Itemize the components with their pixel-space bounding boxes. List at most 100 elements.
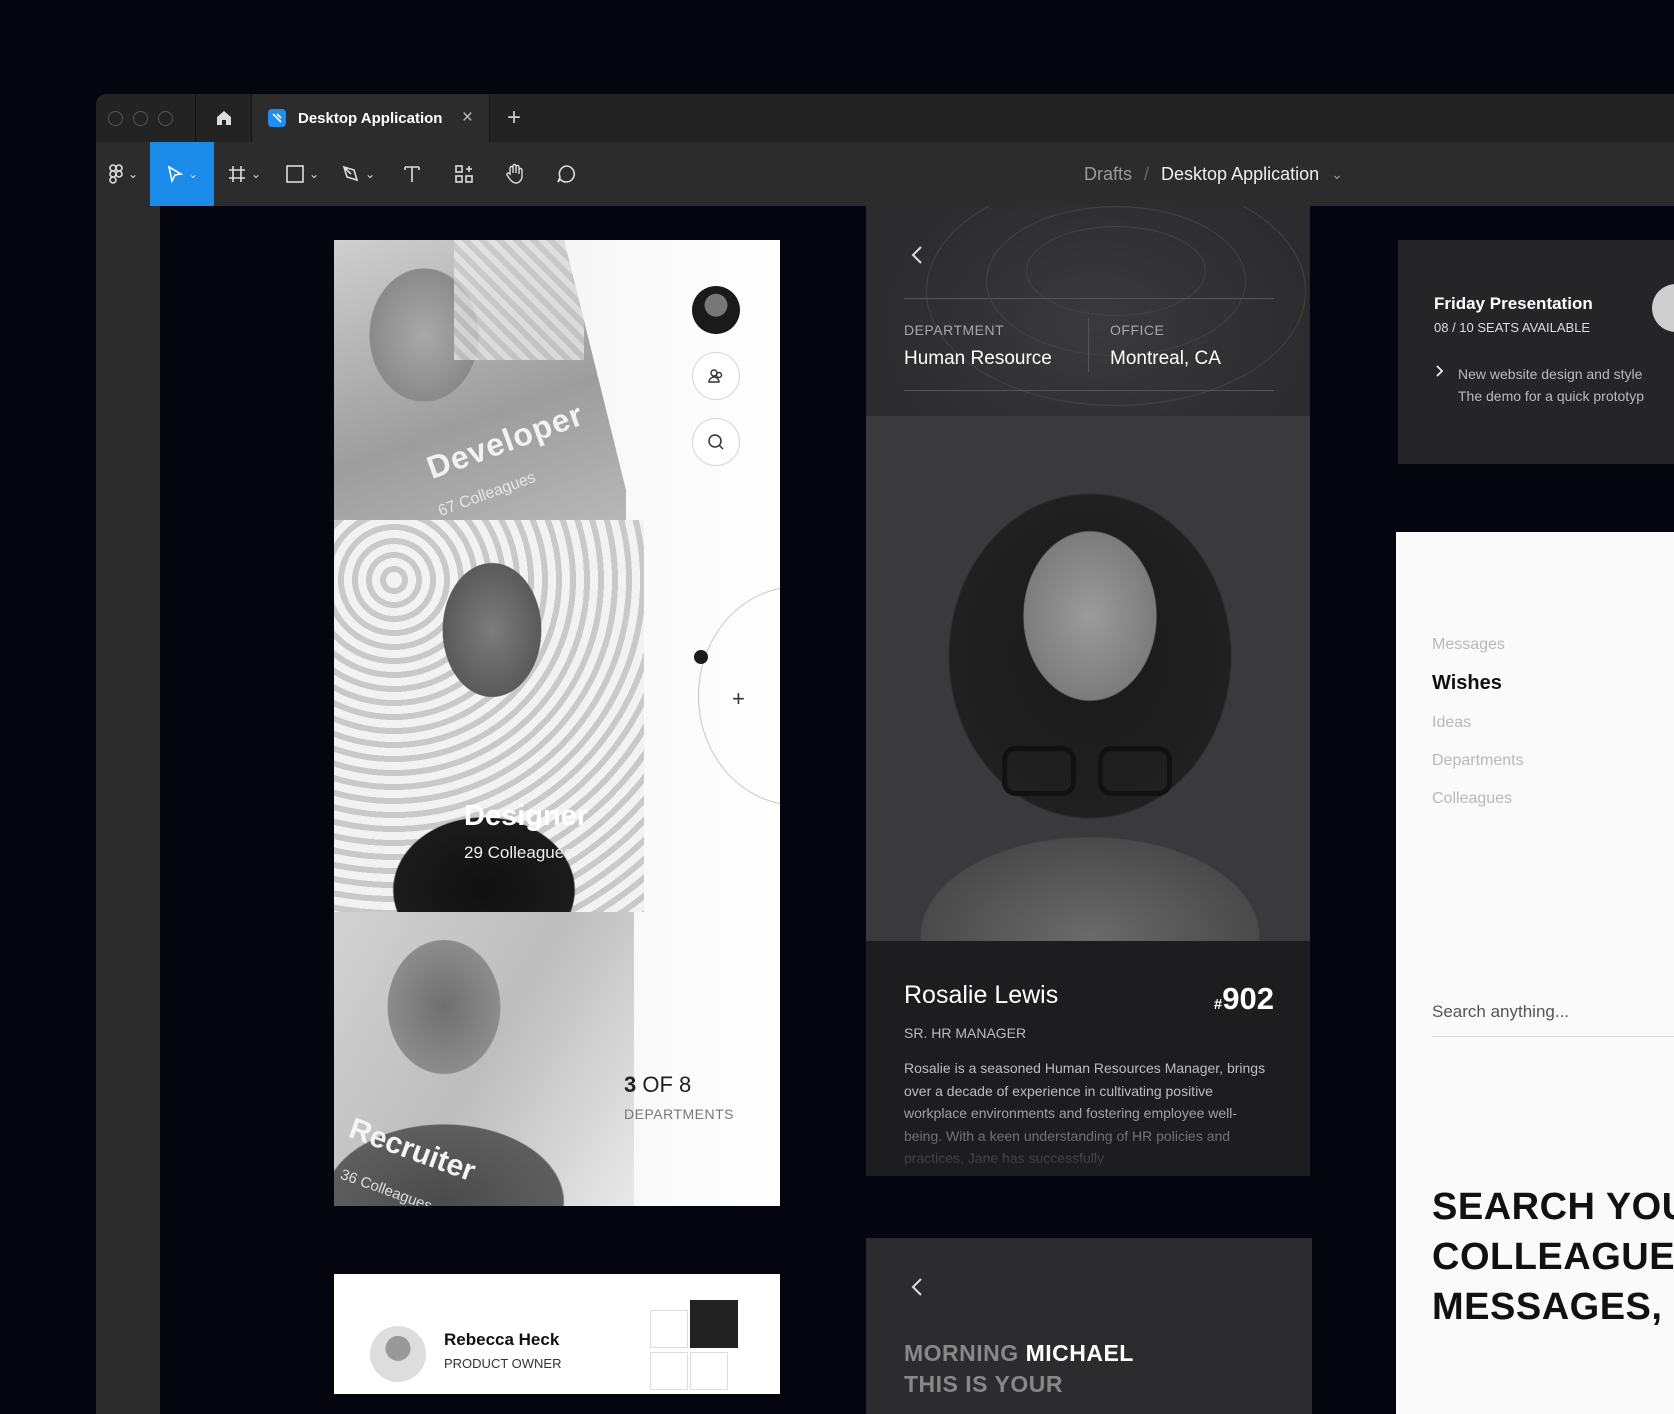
designer-card[interactable]: Designer 29 Colleagues: [334, 520, 644, 912]
tab-label: Desktop Application: [298, 109, 443, 127]
move-tool-button[interactable]: ⌄: [150, 142, 214, 206]
breadcrumb-separator: /: [1144, 163, 1150, 184]
components-icon: [455, 165, 473, 183]
nav-item-ideas[interactable]: Ideas: [1432, 714, 1471, 732]
avatar: [1652, 284, 1674, 332]
back-arrow-icon[interactable]: [910, 1276, 924, 1298]
breadcrumb-drafts[interactable]: Drafts: [1084, 164, 1132, 185]
headline-line: SEARCH YOU: [1432, 1186, 1674, 1228]
pen-tool-button[interactable]: ⌄: [330, 142, 386, 206]
file-icon: [268, 109, 286, 127]
search-icon: [708, 434, 724, 450]
portrait-detail: [1002, 746, 1172, 796]
event-agenda-line: The demo for a quick prototyp: [1458, 388, 1644, 404]
colleagues-button[interactable]: [692, 352, 740, 400]
grid-cell[interactable]: [650, 1352, 688, 1390]
divider: [904, 298, 1274, 299]
developer-card[interactable]: Developer 67 Colleagues: [334, 240, 626, 520]
search-input[interactable]: Search anything...: [1432, 1002, 1569, 1022]
close-window-button[interactable]: [108, 110, 123, 126]
chevron-down-icon: ⌄: [187, 167, 199, 181]
breadcrumb: Drafts / Desktop Application ⌄: [1084, 142, 1343, 206]
profile-role: SR. HR MANAGER: [904, 1025, 1027, 1041]
search-frame[interactable]: Messages Wishes Ideas Departments Collea…: [1396, 532, 1674, 1414]
topography-decoration: [926, 206, 1306, 406]
text-tool-button[interactable]: [386, 142, 438, 206]
departments-frame[interactable]: Developer 67 Colleagues Designer 29 Coll…: [334, 240, 780, 1206]
department-label: DEPARTMENT: [904, 322, 1005, 338]
department-value: Human Resource: [904, 348, 1052, 369]
app-window: Desktop Application × + ⌄ ⌄ ⌄ ⌄ ⌄ Drafts…: [96, 94, 1674, 1414]
breadcrumb-file-name[interactable]: Desktop Application: [1161, 164, 1319, 185]
counter-current: 3: [624, 1072, 637, 1097]
headline-line: COLLEAGUES: [1432, 1236, 1674, 1278]
divider: [1088, 318, 1089, 372]
back-arrow-icon[interactable]: [910, 244, 924, 266]
fade-overlay: [866, 1101, 1310, 1176]
card-title: Designer: [464, 800, 589, 832]
greeting-name: MICHAEL: [1025, 1340, 1134, 1366]
tab-desktop-application[interactable]: Desktop Application ×: [252, 94, 490, 142]
counter-label: DEPARTMENTS: [624, 1106, 734, 1122]
greeting-frame[interactable]: MORNING MICHAEL THIS IS YOUR: [866, 1238, 1312, 1414]
avatar[interactable]: [692, 286, 740, 334]
avatar: [370, 1326, 426, 1382]
users-icon: [708, 369, 723, 383]
grid-cell[interactable]: [650, 1310, 688, 1348]
card-subtitle: 29 Colleagues: [464, 843, 573, 862]
components-button[interactable]: [438, 142, 490, 206]
add-icon[interactable]: +: [732, 686, 745, 712]
search-button[interactable]: [692, 418, 740, 466]
frame-tool-button[interactable]: ⌄: [214, 142, 274, 206]
profile-photo: [1626, 692, 1674, 972]
nav-item-messages[interactable]: Messages: [1432, 636, 1505, 654]
greeting-line-2: THIS IS YOUR: [904, 1371, 1063, 1397]
member-frame[interactable]: Rebecca Heck PRODUCT OWNER: [334, 1274, 780, 1394]
card-subtitle: 36 Colleagues: [338, 1166, 435, 1206]
close-tab-icon[interactable]: ×: [462, 107, 473, 129]
home-icon: [216, 111, 231, 125]
comment-icon: [557, 165, 575, 183]
headline-line: MESSAGES,: [1432, 1286, 1663, 1328]
event-title: Friday Presentation: [1434, 294, 1593, 313]
pattern-decoration: [454, 240, 584, 360]
home-button[interactable]: [196, 94, 252, 142]
office-value: Montreal, CA: [1110, 348, 1221, 369]
nav-item-wishes[interactable]: Wishes: [1432, 672, 1502, 695]
shape-tool-button[interactable]: ⌄: [274, 142, 330, 206]
chevron-down-icon[interactable]: ⌄: [1331, 166, 1343, 183]
left-panel: [96, 206, 160, 1414]
search-headline: SEARCH YOU COLLEAGUES MESSAGES,: [1432, 1182, 1674, 1332]
hand-tool-button[interactable]: [490, 142, 540, 206]
carousel-indicator[interactable]: [694, 650, 708, 664]
grid-cell-selected[interactable]: [690, 1300, 738, 1348]
new-tab-button[interactable]: +: [490, 104, 538, 132]
chevron-down-icon: ⌄: [127, 167, 139, 181]
divider: [904, 390, 1274, 391]
search-underline: [1432, 1036, 1674, 1037]
design-canvas[interactable]: Developer 67 Colleagues Designer 29 Coll…: [160, 206, 1674, 1414]
frame-tool-icon: [228, 166, 245, 182]
recruiter-card[interactable]: Recruiter 36 Colleagues: [334, 912, 634, 1206]
counter-total: OF 8: [636, 1072, 692, 1097]
chevron-right-icon[interactable]: [1434, 364, 1444, 378]
title-bar: Desktop Application × +: [96, 94, 1674, 142]
profile-photo: [866, 416, 1310, 941]
minimize-window-button[interactable]: [133, 110, 148, 126]
member-name: Rebecca Heck: [444, 1330, 560, 1349]
profile-frame[interactable]: DEPARTMENT Human Resource OFFICE Montrea…: [866, 206, 1310, 1176]
move-tool-icon: [167, 165, 184, 183]
pen-tool-icon: [342, 165, 359, 182]
event-frame[interactable]: Friday Presentation 08 / 10 SEATS AVAILA…: [1398, 240, 1674, 464]
nav-item-colleagues[interactable]: Colleagues: [1432, 790, 1512, 808]
grid-cell[interactable]: [690, 1352, 728, 1390]
maximize-window-button[interactable]: [158, 110, 173, 126]
member-role: PRODUCT OWNER: [444, 1356, 562, 1371]
text-tool-icon: [404, 166, 420, 182]
profile-info-panel: Rosalie Lewis #902 SR. HR MANAGER Rosali…: [866, 941, 1310, 1176]
comment-button[interactable]: [540, 142, 592, 206]
number-prefix: #: [1213, 996, 1223, 1013]
nav-item-departments[interactable]: Departments: [1432, 752, 1524, 770]
chevron-down-icon: ⌄: [308, 167, 320, 181]
main-menu-button[interactable]: ⌄: [96, 142, 150, 206]
